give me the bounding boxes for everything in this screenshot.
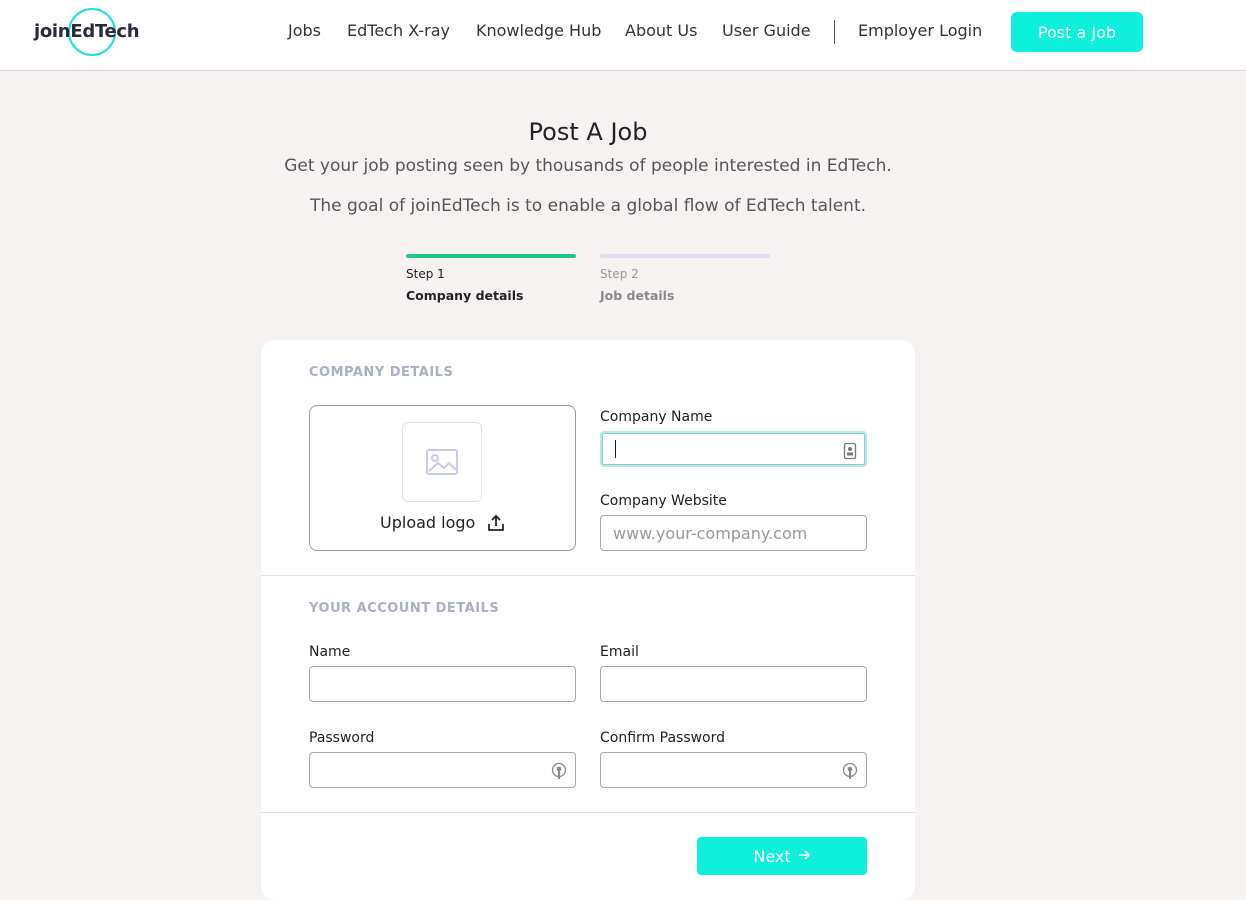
step-number: Step 1: [406, 267, 445, 281]
step-name: Company details: [406, 288, 524, 303]
company-name-label: Company Name: [600, 409, 713, 425]
upload-logo-label: Upload logo: [380, 513, 476, 532]
step-company-details[interactable]: Step 1 Company details: [406, 254, 576, 303]
step-job-details[interactable]: Step 2 Job details: [600, 254, 770, 303]
nav-item-about-us[interactable]: About Us: [625, 21, 697, 40]
confirm-password-input[interactable]: [600, 752, 867, 788]
text-caret: [615, 440, 616, 458]
image-placeholder-icon: [402, 422, 482, 502]
post-job-form-card: COMPANY DETAILS Upload logo Company Name: [261, 340, 915, 900]
company-details-heading: COMPANY DETAILS: [309, 365, 454, 380]
email-input[interactable]: [600, 666, 867, 702]
page-subtitle: Get your job posting seen by thousands o…: [284, 156, 892, 176]
nav-item-edtech-xray[interactable]: EdTech X-ray: [347, 21, 450, 40]
password-label: Password: [309, 730, 375, 746]
password-input[interactable]: [309, 752, 576, 788]
confirm-password-label: Confirm Password: [600, 730, 726, 746]
step-name: Job details: [600, 288, 675, 303]
password-key-icon[interactable]: [842, 762, 858, 784]
company-website-input[interactable]: www.your-company.com: [600, 515, 867, 551]
contact-card-icon[interactable]: [843, 442, 857, 464]
nav-item-user-guide[interactable]: User Guide: [722, 21, 811, 40]
arrow-right-icon: [797, 847, 811, 866]
upload-icon: [486, 513, 506, 537]
upload-logo-button[interactable]: Upload logo: [309, 405, 576, 551]
email-label: Email: [600, 644, 639, 660]
company-name-input[interactable]: [600, 431, 867, 467]
post-job-button[interactable]: Post a Job: [1011, 12, 1143, 52]
step-number: Step 2: [600, 267, 639, 281]
nav-item-jobs[interactable]: Jobs: [288, 21, 321, 40]
step-progress-bar: [600, 254, 770, 258]
company-website-label: Company Website: [600, 493, 727, 509]
section-divider: [261, 575, 915, 576]
page-subtitle-goal: The goal of joinEdTech is to enable a gl…: [309, 196, 867, 216]
nav-item-knowledge-hub[interactable]: Knowledge Hub: [476, 21, 601, 40]
section-divider: [261, 812, 915, 813]
account-details-heading: YOUR ACCOUNT DETAILS: [309, 601, 500, 616]
next-label: Next: [753, 846, 791, 866]
nav-divider: [834, 20, 835, 44]
password-key-icon[interactable]: [551, 762, 567, 784]
logo[interactable]: joinEdTech: [34, 8, 154, 58]
next-button[interactable]: Next: [697, 837, 867, 875]
logo-text: joinEdTech: [34, 21, 140, 42]
name-label: Name: [309, 644, 351, 660]
employer-login-link[interactable]: Employer Login: [858, 21, 982, 40]
name-input[interactable]: [309, 666, 576, 702]
company-website-placeholder: www.your-company.com: [613, 523, 808, 543]
page-title: Post A Job: [528, 118, 648, 146]
step-progress-bar: [406, 254, 576, 258]
site-header: joinEdTech Jobs EdTech X-ray Knowledge H…: [0, 0, 1246, 71]
